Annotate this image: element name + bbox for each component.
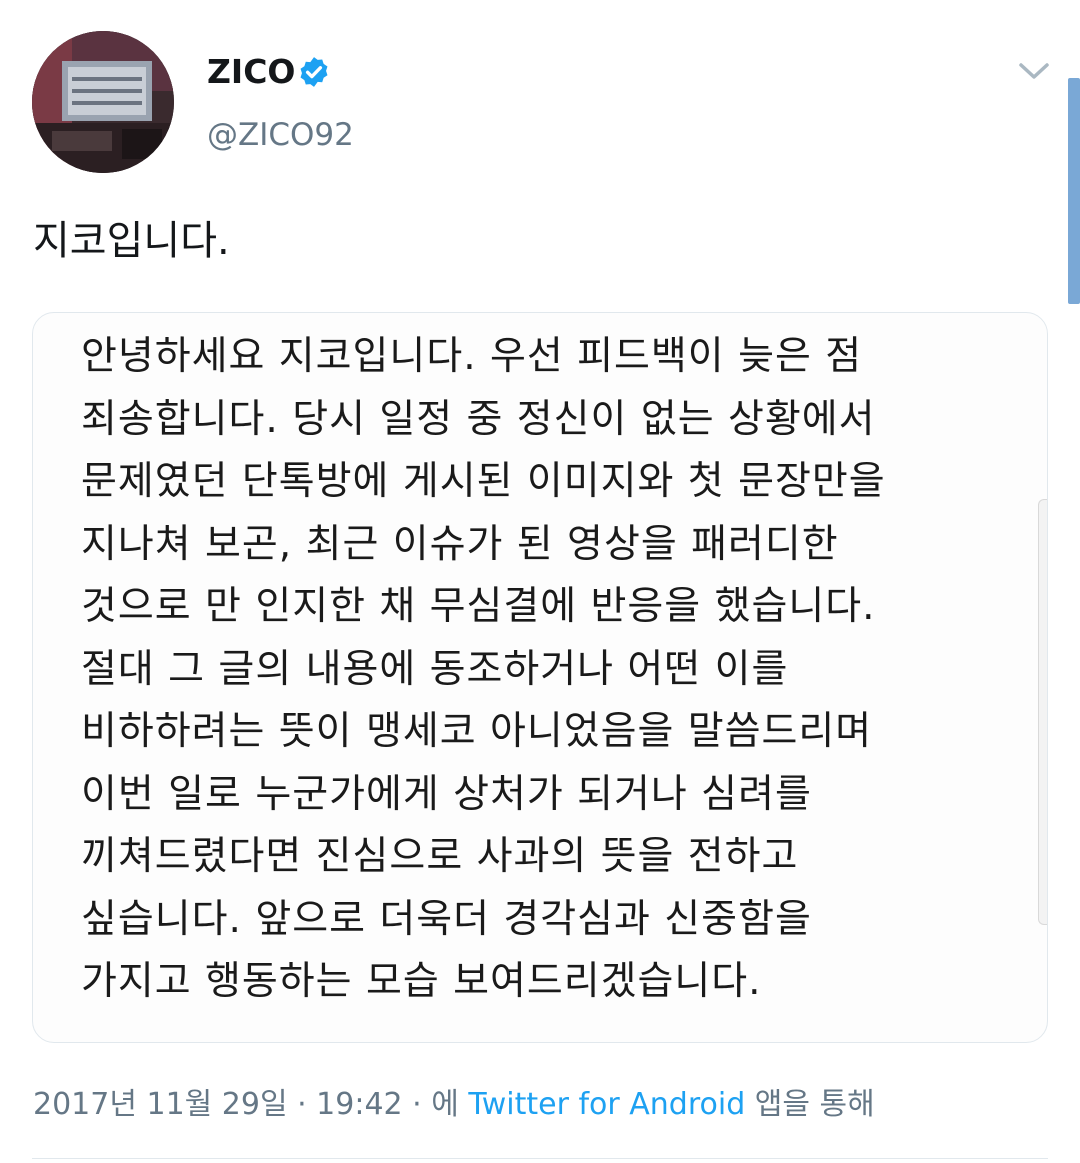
image-text-line: 비하하려는 뜻이 맹세코 아니었음을 말씀드리며 <box>81 709 873 754</box>
chevron-down-icon[interactable] <box>1016 56 1052 86</box>
tweet-source-suffix: 앱을 통해 <box>754 1087 875 1122</box>
verified-badge-icon <box>300 57 328 87</box>
tweet-image[interactable]: 안녕하세요 지코입니다. 우선 피드백이 늦은 점 죄송합니다. 당시 일정 중… <box>32 312 1048 1043</box>
author-avatar[interactable] <box>32 31 174 173</box>
image-text-line: 싶습니다. 앞으로 더욱더 경각심과 신중함을 <box>81 896 812 942</box>
avatar-studio-photo-icon <box>32 31 174 173</box>
divider <box>32 1158 1048 1159</box>
tweet-source-link[interactable]: Twitter for Android <box>468 1087 745 1122</box>
image-text-line: 지나쳐 보곤, 최근 이슈가 된 영상을 패러디한 <box>81 521 839 567</box>
author-display-name[interactable]: ZICO <box>207 52 295 92</box>
page-scrollbar[interactable] <box>1068 78 1080 304</box>
image-text-line: 절대 그 글의 내용에 동조하거나 어떤 이를 <box>81 646 789 692</box>
image-text-block: 안녕하세요 지코입니다. 우선 피드백이 늦은 점 죄송합니다. 당시 일정 중… <box>81 326 886 1014</box>
image-text-line: 죄송합니다. 당시 일정 중 정신이 없는 상황에서 <box>81 396 876 442</box>
image-text-line: 안녕하세요 지코입니다. 우선 피드백이 늦은 점 <box>81 334 863 379</box>
image-text-line: 끼쳐드렸다면 진심으로 사과의 뜻을 전하고 <box>81 834 799 879</box>
tweet-text: 지코입니다. <box>33 218 230 264</box>
image-text-line: 가지고 행동하는 모습 보여드리겠습니다. <box>81 959 762 1004</box>
image-text-line: 이번 일로 누군가에게 상처가 되거나 심려를 <box>81 771 812 817</box>
author-handle[interactable]: @ZICO92 <box>207 115 354 155</box>
image-text-line: 것으로 만 인지한 채 무심결에 반응을 했습니다. <box>81 584 876 629</box>
image-text-line: 문제였던 단톡방에 게시된 이미지와 첫 문장만을 <box>81 459 886 504</box>
tweet-timestamp[interactable]: 2017년 11월 29일 · 19:42 · 에 <box>33 1087 459 1122</box>
tweet-meta: 2017년 11월 29일 · 19:42 · 에 Twitter for An… <box>33 1085 875 1125</box>
image-scroll-indicator <box>1038 499 1047 925</box>
